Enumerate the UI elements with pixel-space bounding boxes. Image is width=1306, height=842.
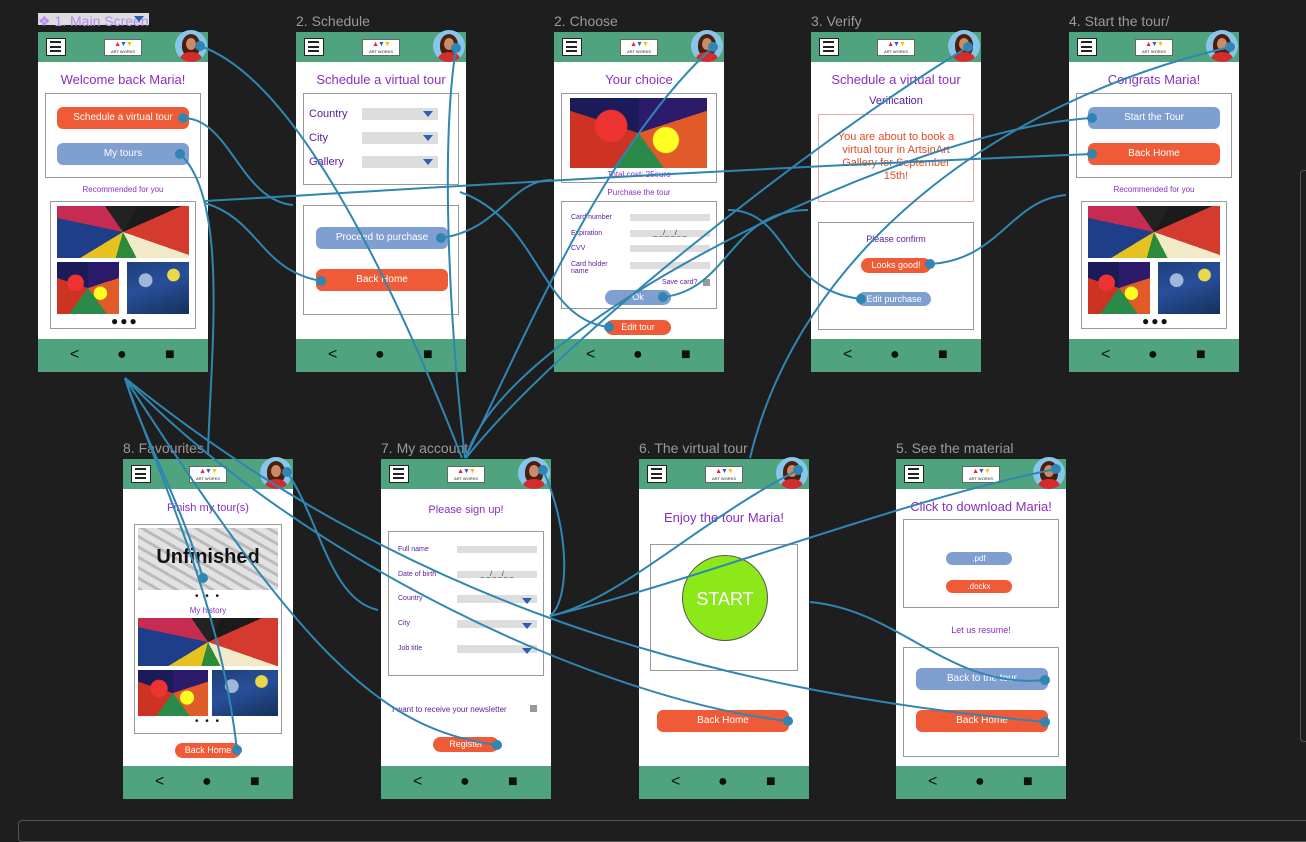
- wire: [809, 601, 1046, 682]
- wire-node: [316, 276, 326, 286]
- wire: [542, 469, 566, 617]
- wire-node: [451, 43, 461, 53]
- wire-node: [436, 233, 446, 243]
- wire: [182, 117, 294, 206]
- wire: [179, 153, 215, 456]
- wire-node: [195, 41, 205, 51]
- wire-node: [1225, 42, 1235, 52]
- wire-node: [1051, 464, 1061, 474]
- wire: [929, 194, 1067, 265]
- wire-node: [1087, 113, 1097, 123]
- wire: [749, 46, 1231, 459]
- wire-node: [282, 467, 292, 477]
- wire: [204, 202, 322, 282]
- wire: [124, 377, 238, 751]
- wire: [549, 469, 799, 617]
- wire: [124, 377, 1046, 723]
- wire: [549, 468, 1057, 617]
- wire: [440, 179, 553, 239]
- wire-node: [856, 294, 866, 304]
- wire-node: [538, 465, 548, 475]
- wire-node: [963, 42, 973, 52]
- wire-node: [232, 745, 242, 755]
- wire-node: [1040, 675, 1050, 685]
- wire: [124, 377, 498, 746]
- side-panel-edge: [1300, 170, 1306, 742]
- wire-node: [793, 465, 803, 475]
- wire: [464, 46, 714, 459]
- wire-node: [708, 42, 718, 52]
- wire-node: [178, 113, 188, 123]
- wire: [446, 47, 466, 459]
- wire: [465, 46, 969, 459]
- wire: [286, 471, 379, 611]
- bottom-panel-edge: [18, 820, 1306, 842]
- wire-node: [175, 149, 185, 159]
- wire-node: [1040, 717, 1050, 727]
- wire: [204, 153, 1093, 202]
- wire: [662, 209, 809, 298]
- wire-node: [925, 259, 935, 269]
- wire-node: [604, 322, 614, 332]
- wire: [199, 45, 463, 459]
- wire-node: [658, 292, 668, 302]
- wire-node: [198, 573, 208, 583]
- wire-node: [1087, 149, 1097, 159]
- wire-node: [492, 740, 502, 750]
- prototype-connections: [124, 41, 1235, 755]
- wire: [459, 191, 610, 328]
- wire-node: [783, 716, 793, 726]
- wire: [727, 209, 862, 300]
